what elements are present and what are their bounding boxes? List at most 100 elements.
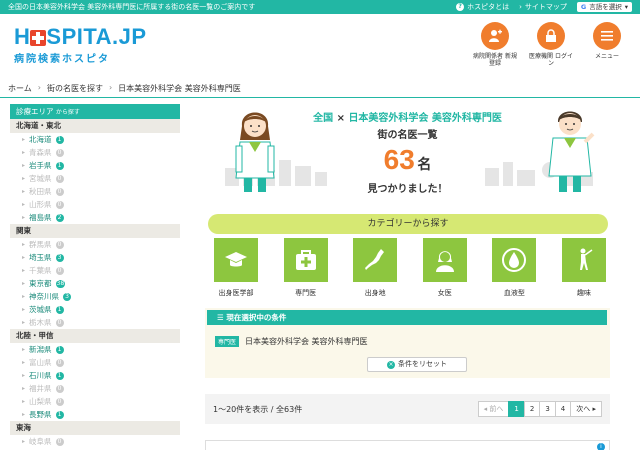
result-count-unit: 名 bbox=[417, 157, 432, 173]
count-badge: 1 bbox=[55, 410, 64, 419]
prefecture-name: 富山県 bbox=[29, 358, 52, 367]
prefecture-item[interactable]: ▸ 石川県 1 bbox=[10, 369, 180, 382]
prefecture-name: 福島県 bbox=[29, 213, 52, 222]
category-birthplace[interactable]: 出身地 bbox=[349, 238, 401, 298]
prefecture-name: 山形県 bbox=[29, 200, 52, 209]
prefecture-name: 茨城県 bbox=[29, 305, 52, 314]
medical-kit-icon bbox=[283, 238, 328, 282]
count-badge: 0 bbox=[55, 384, 64, 393]
breadcrumb-separator-icon: › bbox=[37, 83, 41, 92]
chevron-right-icon: ▸ bbox=[22, 319, 26, 326]
category-female-doctor[interactable]: 女医 bbox=[419, 238, 471, 298]
prefecture-name: 神奈川県 bbox=[29, 292, 60, 301]
current-conditions: ☰ 現在選択中の条件 専門医 日本美容外科学会 美容外科専門医 × 条件をリセット bbox=[205, 308, 610, 378]
prefecture-item[interactable]: ▸ 新潟県 1 bbox=[10, 343, 180, 356]
count-badge: 1 bbox=[55, 135, 64, 144]
about-link[interactable]: ? ホスピタとは bbox=[456, 0, 509, 14]
language-select[interactable]: G 言語を選択 ▾ bbox=[576, 2, 632, 12]
prefecture-item[interactable]: ▸ 福島県 2 bbox=[10, 211, 180, 224]
category-blood-type[interactable]: 血液型 bbox=[488, 238, 540, 298]
reset-conditions-button[interactable]: × 条件をリセット bbox=[367, 357, 467, 372]
page-button[interactable]: 4 bbox=[554, 401, 572, 417]
sidebar-title-suffix: から探す bbox=[55, 109, 80, 116]
next-label: 次へ bbox=[576, 405, 591, 413]
prefecture-item: ▸ 山形県 0 bbox=[10, 198, 180, 211]
page-button[interactable]: 1 bbox=[508, 401, 525, 417]
breadcrumb: ホーム › 街の名医を探す › 日本美容外科学会 美容外科専門医 bbox=[8, 83, 241, 94]
prefecture-name: 北海道 bbox=[29, 135, 52, 144]
prefecture-item: ▸ 千葉県 0 bbox=[10, 264, 180, 277]
breadcrumb-separator-icon: › bbox=[108, 83, 113, 92]
chevron-right-icon: ▸ bbox=[22, 293, 26, 300]
category-heading: カテゴリーから探す bbox=[208, 214, 608, 234]
prev-page-button[interactable]: ◂ 前へ bbox=[477, 401, 510, 417]
page-button[interactable]: 2 bbox=[523, 401, 541, 417]
prefecture-name: 宮城県 bbox=[29, 174, 52, 183]
sidebar-title: 診療エリア bbox=[16, 107, 54, 116]
hero-society: 日本美容外科学会 美容外科専門医 bbox=[348, 113, 502, 124]
prefecture-name: 東京都 bbox=[29, 279, 52, 288]
login-button-label: 医療機関 ログイン bbox=[529, 53, 573, 67]
prefecture-item[interactable]: ▸ 神奈川県 3 bbox=[10, 290, 180, 303]
prefecture-name: 岩手県 bbox=[29, 161, 52, 170]
page-button[interactable]: 3 bbox=[539, 401, 556, 417]
category-label: 出身医学部 bbox=[218, 289, 254, 297]
category-specialist[interactable]: 専門医 bbox=[280, 238, 332, 298]
blood-drop-icon bbox=[492, 238, 537, 282]
question-icon: ? bbox=[456, 3, 465, 11]
register-button[interactable]: 病院関係者 新規登録 bbox=[472, 22, 518, 67]
menu-button[interactable]: メニュー bbox=[584, 22, 630, 67]
top-bar: 全国の日本美容外科学会 美容外科専門医に所属する街の名医一覧のご案内です ? ホス… bbox=[0, 0, 640, 14]
region-header: 北海道・東北 bbox=[10, 119, 180, 133]
logo-suffix: SPITA.JP bbox=[46, 24, 147, 49]
breadcrumb-home[interactable]: ホーム bbox=[8, 83, 32, 94]
login-button[interactable]: 医療機関 ログイン bbox=[528, 22, 574, 67]
top-links: ? ホスピタとは › サイトマップ G 言語を選択 ▾ bbox=[456, 0, 632, 14]
prefecture-item[interactable]: ▸ 埼玉県 3 bbox=[10, 251, 180, 264]
count-badge: 1 bbox=[55, 161, 64, 170]
chevron-right-icon: ▸ bbox=[22, 162, 26, 169]
golf-icon bbox=[561, 238, 606, 282]
next-page-button[interactable]: 次へ ▸ bbox=[570, 401, 602, 417]
pagination-bar: 1〜20件を表示 / 全63件 ◂ 前へ 1 2 3 4 次へ ▸ bbox=[205, 394, 610, 424]
prefecture-item: ▸ 秋田県 0 bbox=[10, 185, 180, 198]
count-badge: 0 bbox=[55, 174, 64, 183]
count-badge: 1 bbox=[55, 371, 64, 380]
prefecture-item[interactable]: ▸ 茨城県 1 bbox=[10, 303, 180, 316]
chevron-right-icon: ▸ bbox=[22, 280, 26, 287]
category-medical-school[interactable]: 出身医学部 bbox=[210, 238, 262, 298]
menu-icon bbox=[593, 22, 621, 50]
chevron-right-icon: › bbox=[519, 3, 522, 11]
prefecture-item: ▸ 富山県 0 bbox=[10, 356, 180, 369]
region-header: 北陸・甲信 bbox=[10, 329, 180, 343]
count-badge: 0 bbox=[55, 397, 64, 406]
prefecture-name: 青森県 bbox=[29, 148, 52, 157]
prefecture-item[interactable]: ▸ 東京都 38 bbox=[10, 277, 180, 290]
breadcrumb-find[interactable]: 街の名医を探す bbox=[47, 83, 103, 94]
prefecture-item[interactable]: ▸ 北海道 1 bbox=[10, 133, 180, 146]
hero-cross: × bbox=[336, 113, 345, 124]
prefecture-item[interactable]: ▸ 岩手県 1 bbox=[10, 159, 180, 172]
sitemap-link[interactable]: › サイトマップ bbox=[519, 0, 567, 14]
category-label: 血液型 bbox=[503, 289, 525, 297]
chevron-right-icon: ▸ bbox=[22, 267, 26, 274]
area-sidebar: 診療エリア から探す 北海道・東北 ▸ 北海道 1 ▸ 青森県 0 ▸ 岩手県 1 ▸ 宮城県 0 ▸ 秋田… bbox=[10, 104, 180, 450]
prefecture-item[interactable]: ▸ 長野県 1 bbox=[10, 408, 180, 421]
pager: ◂ 前へ 1 2 3 4 次へ ▸ bbox=[477, 401, 602, 417]
breadcrumb-current: 日本美容外科学会 美容外科専門医 bbox=[118, 84, 241, 93]
category-hobby[interactable]: 趣味 bbox=[558, 238, 610, 298]
count-badge: 0 bbox=[55, 200, 64, 209]
prefecture-name: 福井県 bbox=[29, 384, 52, 393]
count-badge: 0 bbox=[55, 358, 64, 367]
count-badge: 0 bbox=[55, 437, 64, 446]
logo-prefix: H bbox=[14, 24, 31, 49]
chevron-right-icon: ▸ bbox=[22, 188, 26, 195]
ad-info-icon[interactable]: i bbox=[597, 443, 605, 450]
logo-subtitle: 病院検索ホスピタ bbox=[14, 54, 110, 65]
prefecture-item: ▸ 栃木県 0 bbox=[10, 316, 180, 329]
category-label: 趣味 bbox=[576, 289, 591, 297]
result-count: 63 名 bbox=[205, 144, 610, 176]
count-badge: 1 bbox=[55, 345, 64, 354]
medical-cross-icon bbox=[30, 30, 47, 46]
site-logo[interactable]: H SPITA.JP 病院検索ホスピタ bbox=[14, 24, 147, 66]
